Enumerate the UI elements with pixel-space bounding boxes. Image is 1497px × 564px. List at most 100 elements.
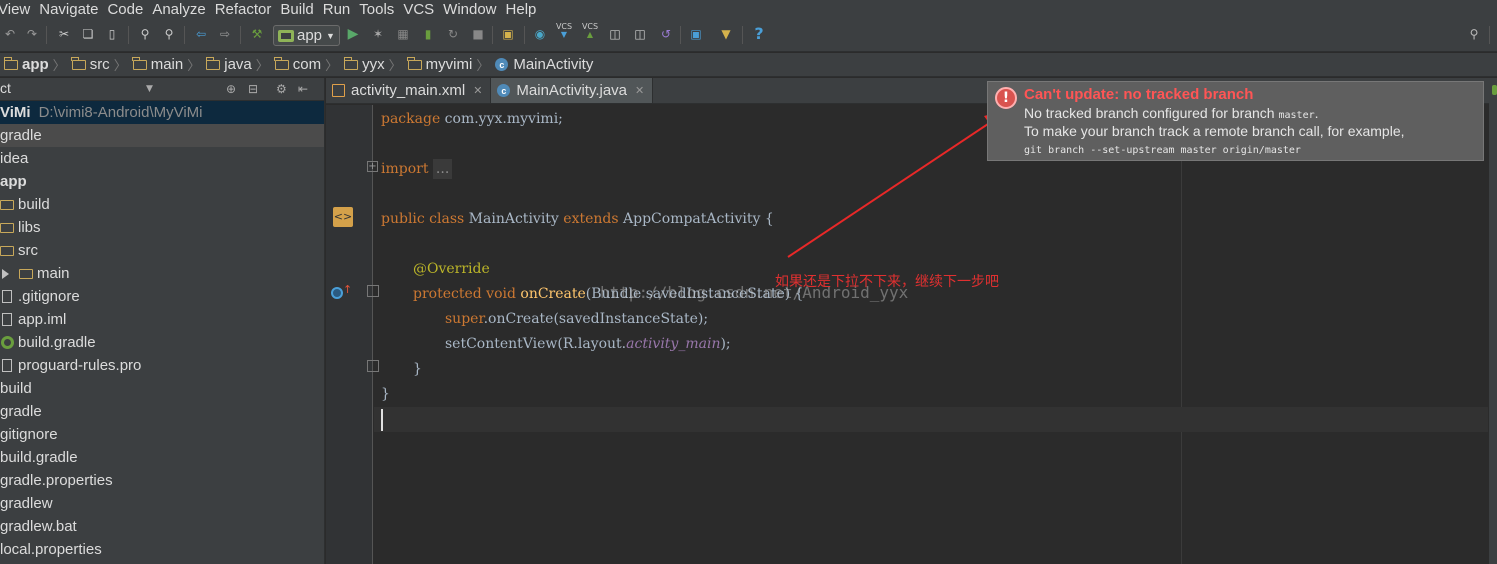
forward-icon[interactable]: ⇨ bbox=[217, 26, 233, 42]
undo-icon[interactable]: ↶ bbox=[2, 26, 18, 42]
rerun-icon[interactable]: ↻ bbox=[445, 26, 461, 42]
close-icon[interactable]: ✕ bbox=[473, 84, 482, 97]
editor-tab[interactable]: activity_main.xml ✕ bbox=[326, 78, 492, 103]
collapse-all-icon[interactable]: ⊟ bbox=[248, 82, 258, 96]
tree-item[interactable]: proguard-rules.pro bbox=[0, 354, 324, 377]
project-view-label[interactable]: ct bbox=[0, 80, 11, 96]
menu-vcs[interactable]: VCS bbox=[403, 1, 434, 18]
menu-navigate[interactable]: Navigate bbox=[39, 1, 98, 18]
closing-brace: } bbox=[381, 386, 390, 402]
make-project-icon[interactable]: ⚒ bbox=[249, 26, 265, 42]
tree-item[interactable]: libs bbox=[0, 216, 324, 239]
gradle-tool-icon[interactable] bbox=[1492, 85, 1497, 95]
tree-item[interactable]: build bbox=[0, 377, 324, 400]
search-everywhere-icon[interactable]: ⚲ bbox=[1466, 26, 1482, 42]
breadcrumb-item[interactable]: myvimi 〉 bbox=[407, 55, 496, 74]
tab-label: activity_main.xml bbox=[351, 82, 466, 99]
menu-build[interactable]: Build bbox=[280, 1, 313, 18]
error-icon: ! bbox=[995, 87, 1017, 109]
tree-item[interactable]: src bbox=[0, 239, 324, 262]
breadcrumb-item[interactable]: main 〉 bbox=[132, 55, 207, 74]
override-marker-icon[interactable] bbox=[331, 287, 343, 299]
breadcrumb-item[interactable]: src 〉 bbox=[71, 55, 133, 74]
tree-item[interactable]: gradlew.bat bbox=[0, 515, 324, 538]
scroll-from-source-icon[interactable]: ⊕ bbox=[226, 82, 236, 96]
hide-panel-icon[interactable]: ⇤ bbox=[298, 82, 308, 96]
menu-analyze[interactable]: Analyze bbox=[152, 1, 205, 18]
vcs-compare-icon[interactable]: ◫ bbox=[607, 26, 623, 42]
tree-item[interactable]: gradle bbox=[0, 124, 324, 147]
debug-icon[interactable]: ✶ bbox=[370, 26, 386, 42]
coverage-icon[interactable]: ▦ bbox=[395, 26, 411, 42]
fold-end-icon[interactable] bbox=[367, 360, 379, 372]
folder-icon bbox=[0, 245, 14, 256]
help-icon[interactable]: ? bbox=[751, 26, 767, 42]
paste-icon[interactable]: ▯ bbox=[104, 26, 120, 42]
tree-item[interactable]: gradle bbox=[0, 400, 324, 423]
sdk-manager-icon[interactable]: ▣ bbox=[500, 26, 516, 42]
code-line-close-class: } bbox=[381, 384, 390, 404]
breadcrumb-item[interactable]: yyx 〉 bbox=[343, 55, 408, 74]
notification-text: . bbox=[1314, 105, 1319, 121]
toolbar-separator bbox=[680, 26, 681, 44]
menu-run[interactable]: Run bbox=[323, 1, 351, 18]
expand-arrow-icon[interactable] bbox=[2, 268, 9, 279]
cut-icon[interactable]: ✂ bbox=[56, 26, 72, 42]
menu-tools[interactable]: Tools bbox=[359, 1, 394, 18]
apply-changes-icon[interactable]: ▮ bbox=[420, 26, 436, 42]
error-notification[interactable]: ! Can't update: no tracked branch No tra… bbox=[987, 81, 1484, 161]
tree-item[interactable]: gitignore bbox=[0, 423, 324, 446]
run-icon[interactable]: ▶ bbox=[345, 26, 361, 42]
editor-tab[interactable]: c MainActivity.java ✕ bbox=[491, 78, 654, 103]
folder-icon bbox=[274, 56, 289, 70]
tree-item[interactable]: build bbox=[0, 193, 324, 216]
copy-icon[interactable]: ❏ bbox=[80, 26, 96, 42]
menu-view[interactable]: View bbox=[0, 1, 30, 18]
vcs-commit-icon[interactable]: VCS ▲ bbox=[582, 23, 598, 39]
tree-item[interactable]: app bbox=[0, 170, 324, 193]
tree-item[interactable]: build.gradle bbox=[0, 446, 324, 469]
chevron-down-icon[interactable]: ▼ bbox=[146, 84, 153, 94]
breadcrumb-item[interactable]: java 〉 bbox=[205, 55, 275, 74]
tree-item[interactable]: .gitignore bbox=[0, 285, 324, 308]
breadcrumb-item[interactable]: com 〉 bbox=[274, 55, 344, 74]
project-root[interactable]: ViMi D:\vimi8-Android\MyViMi bbox=[0, 101, 324, 124]
vcs-update-icon[interactable]: VCS ▼ bbox=[556, 23, 572, 39]
vcs-revert-icon[interactable]: ↺ bbox=[658, 26, 674, 42]
back-icon[interactable]: ⇦ bbox=[193, 26, 209, 42]
folded-imports[interactable]: ... bbox=[432, 159, 453, 179]
breadcrumb-item[interactable]: c MainActivity bbox=[495, 56, 599, 73]
tree-item-label: proguard-rules.pro bbox=[18, 357, 142, 374]
toolbar-separator bbox=[524, 26, 525, 44]
project-structure-icon[interactable]: ▣ bbox=[688, 26, 704, 42]
tree-item[interactable]: gradle.properties bbox=[0, 469, 324, 492]
toolbar-separator bbox=[742, 26, 743, 44]
menu-window[interactable]: Window bbox=[443, 1, 496, 18]
breadcrumb-item[interactable]: app 〉 bbox=[3, 55, 72, 74]
menu-code[interactable]: Code bbox=[107, 1, 143, 18]
file-icon bbox=[2, 359, 12, 372]
menu-help[interactable]: Help bbox=[506, 1, 537, 18]
tree-item-label: gitignore bbox=[0, 426, 58, 443]
close-icon[interactable]: ✕ bbox=[635, 84, 644, 97]
vcs-history-icon[interactable]: ◫ bbox=[632, 26, 648, 42]
menu-refactor[interactable]: Refactor bbox=[215, 1, 272, 18]
fold-expand-icon[interactable]: + bbox=[367, 161, 378, 172]
avd-manager-icon[interactable]: ▼ bbox=[718, 26, 734, 42]
redo-icon[interactable]: ↷ bbox=[24, 26, 40, 42]
run-configuration-selector[interactable]: app ▼ bbox=[273, 25, 340, 46]
tree-item[interactable]: gradlew bbox=[0, 492, 324, 515]
tree-item[interactable]: app.iml bbox=[0, 308, 324, 331]
tree-item[interactable]: main bbox=[0, 262, 324, 285]
gear-icon[interactable]: ⚙ bbox=[276, 82, 287, 96]
sync-gradle-icon[interactable]: ◉ bbox=[532, 26, 548, 42]
superclass: AppCompatActivity { bbox=[618, 211, 774, 227]
tree-item[interactable]: local.properties bbox=[0, 538, 324, 561]
replace-icon[interactable]: ⚲ bbox=[161, 26, 177, 42]
stop-icon[interactable]: ■ bbox=[470, 26, 486, 42]
find-icon[interactable]: ⚲ bbox=[137, 26, 153, 42]
tree-item[interactable]: idea bbox=[0, 147, 324, 170]
layout-link-icon[interactable]: <> bbox=[333, 207, 353, 227]
fold-collapse-icon[interactable] bbox=[367, 285, 379, 297]
tree-item[interactable]: build.gradle bbox=[0, 331, 324, 354]
